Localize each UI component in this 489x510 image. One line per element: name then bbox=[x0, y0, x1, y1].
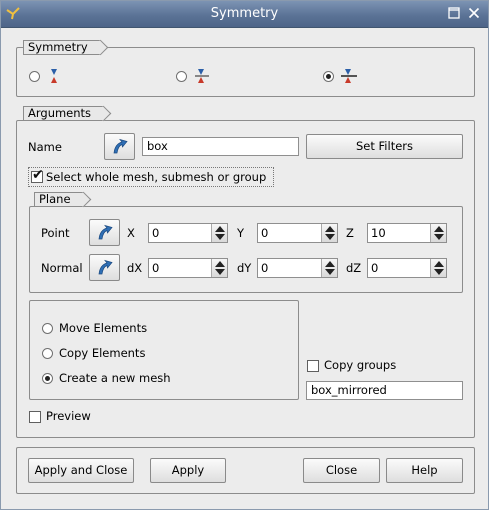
help-button[interactable]: Help bbox=[386, 458, 463, 483]
symmetry-dialog: Symmetry Symmetry Arguments Name box Set… bbox=[0, 0, 489, 510]
select-whole-label: Select whole mesh, submesh or group bbox=[46, 170, 267, 184]
normal-label: Normal bbox=[41, 261, 83, 275]
dx-label: dX bbox=[127, 261, 143, 275]
spin-arrows-icon[interactable] bbox=[430, 224, 446, 242]
z-spinbox[interactable]: 10 bbox=[367, 223, 447, 243]
symmetry-plane-icon bbox=[341, 67, 357, 88]
spin-arrows-icon[interactable] bbox=[321, 224, 337, 242]
set-filters-button[interactable]: Set Filters bbox=[306, 134, 463, 159]
x-spinbox[interactable]: 0 bbox=[148, 223, 228, 243]
select-mesh-button[interactable] bbox=[104, 133, 135, 160]
plane-group-label: Plane bbox=[34, 192, 84, 207]
copy-groups-label: Copy groups bbox=[324, 358, 397, 372]
dy-label: dY bbox=[237, 261, 252, 275]
selection-arrow-icon bbox=[98, 259, 113, 275]
copy-elements-label: Copy Elements bbox=[59, 346, 146, 360]
create-new-mesh-label: Create a new mesh bbox=[59, 371, 171, 385]
name-field[interactable]: box bbox=[142, 137, 299, 156]
selection-arrow-icon bbox=[98, 224, 113, 240]
move-elements-label: Move Elements bbox=[59, 321, 148, 335]
move-elements-radio[interactable] bbox=[42, 323, 53, 334]
preview-label: Preview bbox=[46, 409, 91, 423]
spin-arrows-icon[interactable] bbox=[430, 259, 446, 277]
symmetry-axis-icon bbox=[194, 67, 210, 88]
apply-and-close-button[interactable]: Apply and Close bbox=[28, 458, 134, 483]
spin-arrows-icon[interactable] bbox=[211, 259, 227, 277]
dx-value: 0 bbox=[152, 261, 160, 275]
z-value: 10 bbox=[371, 226, 386, 240]
close-label: Close bbox=[325, 463, 358, 477]
select-normal-button[interactable] bbox=[89, 254, 120, 281]
y-label: Y bbox=[237, 226, 245, 240]
point-label: Point bbox=[41, 226, 70, 240]
symmetry-point-icon bbox=[47, 67, 61, 88]
window-title: Symmetry bbox=[210, 6, 279, 21]
create-new-mesh-radio[interactable] bbox=[42, 373, 53, 384]
apply-label: Apply bbox=[171, 463, 205, 477]
selection-arrow-icon bbox=[113, 138, 128, 154]
x-value: 0 bbox=[152, 226, 160, 240]
dz-value: 0 bbox=[371, 261, 379, 275]
spin-arrows-icon[interactable] bbox=[321, 259, 337, 277]
dy-spinbox[interactable]: 0 bbox=[257, 258, 338, 278]
apply-button[interactable]: Apply bbox=[150, 458, 226, 483]
dx-spinbox[interactable]: 0 bbox=[148, 258, 228, 278]
symmetry-group-label: Symmetry bbox=[23, 40, 101, 55]
y-value: 0 bbox=[261, 226, 269, 240]
close-button[interactable]: Close bbox=[303, 458, 380, 483]
symmetry-axis-radio[interactable] bbox=[176, 71, 187, 82]
name-label: Name bbox=[28, 140, 62, 154]
y-spinbox[interactable]: 0 bbox=[257, 223, 338, 243]
dz-label: dZ bbox=[346, 261, 362, 275]
symmetry-plane-radio[interactable] bbox=[323, 71, 334, 82]
x-label: X bbox=[127, 226, 135, 240]
arguments-group-label: Arguments bbox=[23, 106, 105, 121]
new-mesh-name-field[interactable]: box_mirrored bbox=[306, 381, 463, 400]
dy-value: 0 bbox=[261, 261, 269, 275]
help-label: Help bbox=[411, 463, 438, 477]
symmetry-point-radio[interactable] bbox=[29, 71, 40, 82]
preview-checkbox[interactable] bbox=[29, 411, 41, 423]
dz-spinbox[interactable]: 0 bbox=[367, 258, 447, 278]
copy-elements-radio[interactable] bbox=[42, 348, 53, 359]
apply-and-close-label: Apply and Close bbox=[34, 463, 128, 477]
title-bar[interactable]: Symmetry bbox=[1, 1, 488, 28]
select-point-button[interactable] bbox=[89, 219, 120, 246]
maximize-icon[interactable] bbox=[447, 7, 461, 21]
spin-arrows-icon[interactable] bbox=[211, 224, 227, 242]
z-label: Z bbox=[346, 226, 354, 240]
set-filters-label: Set Filters bbox=[355, 139, 413, 153]
copy-groups-checkbox[interactable] bbox=[307, 360, 319, 372]
close-window-icon[interactable] bbox=[467, 7, 481, 21]
